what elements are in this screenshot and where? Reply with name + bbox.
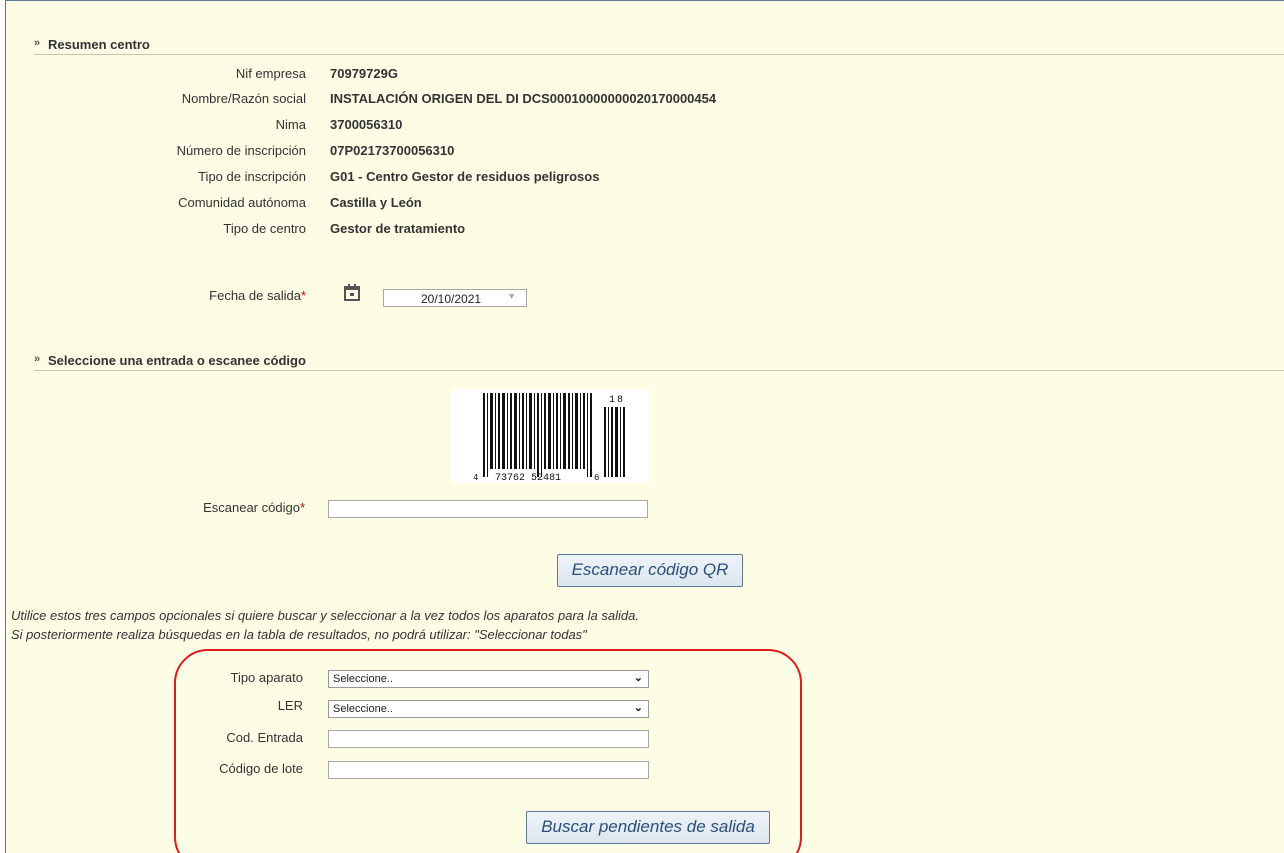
cod-entrada-input[interactable] — [328, 730, 649, 748]
tipo-aparato-row: Tipo aparato — [6, 670, 303, 690]
field-label: Tipo de inscripción — [198, 169, 306, 184]
required-mark: * — [300, 288, 306, 303]
escanear-label: Escanear código* — [203, 500, 305, 515]
fecha-salida-label: Fecha de salida* — [209, 288, 306, 303]
section-title: Resumen centro — [48, 37, 150, 52]
ler-selected: Seleccione.. — [333, 703, 393, 715]
chevron-down-icon: ⌄ — [633, 672, 643, 684]
summary-row-tipo-centro: Tipo de centro — [6, 221, 306, 241]
escanear-row: Escanear código* — [6, 500, 305, 520]
barcode-image: 4 73762 52481 6 18 — [451, 389, 649, 484]
field-value: 70979729G — [330, 66, 398, 81]
chevron-down-icon: ⌄ — [633, 702, 643, 714]
field-label: Comunidad autónoma — [178, 195, 306, 210]
ler-label: LER — [277, 698, 303, 713]
field-label: Número de inscripción — [176, 143, 306, 158]
field-value: 07P02173700056310 — [330, 143, 455, 158]
form-panel: » Resumen centro Nif empresa 70979729G N… — [5, 0, 1284, 853]
field-label: Nima — [275, 117, 306, 132]
field-label: Tipo de centro — [223, 221, 306, 236]
fecha-salida-input[interactable]: 20/10/2021 ▼ — [383, 289, 527, 307]
instructions-line-1: Utilice estos tres campos opcionales si … — [11, 608, 639, 623]
field-value: Gestor de tratamiento — [330, 221, 466, 236]
fecha-label-text: Fecha de salida — [209, 288, 301, 303]
field-label: Nif empresa — [235, 66, 306, 81]
summary-row-nima: Nima — [6, 117, 306, 137]
field-value: INSTALACIÓN ORIGEN DEL DI DCS00010000000… — [330, 91, 717, 106]
tipo-aparato-select[interactable]: Seleccione.. ⌄ — [328, 670, 649, 688]
barcode-digit-right: 6 — [594, 473, 599, 483]
summary-row-tipo-inscripcion: Tipo de inscripción — [6, 169, 306, 189]
field-value: 3700056310 — [330, 117, 403, 132]
field-label: Nombre/Razón social — [181, 91, 306, 106]
codigo-lote-label: Código de lote — [219, 761, 303, 776]
section-header-select: » Seleccione una entrada o escanee códig… — [34, 352, 1284, 371]
section-arrow-icon: » — [34, 37, 41, 49]
barcode-digits: 73762 52481 — [495, 473, 561, 483]
buscar-pendientes-button[interactable]: Buscar pendientes de salida — [526, 811, 770, 844]
ler-row: LER — [6, 698, 303, 718]
chevron-down-icon[interactable]: ▼ — [507, 291, 516, 301]
section-arrow-icon: » — [34, 353, 41, 365]
escanear-codigo-input[interactable] — [328, 500, 648, 518]
codigo-lote-input[interactable] — [328, 761, 649, 779]
instructions-line-2: Si posteriormente realiza búsquedas en l… — [11, 627, 587, 642]
barcode-addon: 18 — [609, 395, 625, 406]
section-header-summary: » Resumen centro — [34, 36, 1284, 55]
ler-select[interactable]: Seleccione.. ⌄ — [328, 700, 649, 718]
calendar-icon[interactable] — [344, 284, 360, 301]
cod-entrada-row: Cod. Entrada — [6, 730, 303, 750]
summary-row-nif: Nif empresa — [6, 66, 306, 86]
cod-entrada-label: Cod. Entrada — [226, 730, 303, 745]
section-title: Seleccione una entrada o escanee código — [48, 353, 306, 368]
fecha-salida-row: Fecha de salida* — [6, 288, 306, 308]
summary-row-comunidad: Comunidad autónoma — [6, 195, 306, 215]
escanear-label-text: Escanear código — [203, 500, 300, 515]
barcode-digit-left: 4 — [473, 473, 478, 483]
tipo-aparato-label: Tipo aparato — [230, 670, 303, 685]
scan-qr-button[interactable]: Escanear código QR — [557, 554, 743, 587]
summary-row-inscripcion: Número de inscripción — [6, 143, 306, 163]
field-value: Castilla y León — [330, 195, 422, 210]
field-value: G01 - Centro Gestor de residuos peligros… — [330, 169, 600, 184]
required-mark: * — [299, 500, 305, 515]
tipo-aparato-selected: Seleccione.. — [333, 673, 393, 685]
fecha-salida-value: 20/10/2021 — [421, 292, 482, 306]
codigo-lote-row: Código de lote — [6, 761, 303, 781]
summary-row-razon-social: Nombre/Razón social — [6, 91, 306, 111]
